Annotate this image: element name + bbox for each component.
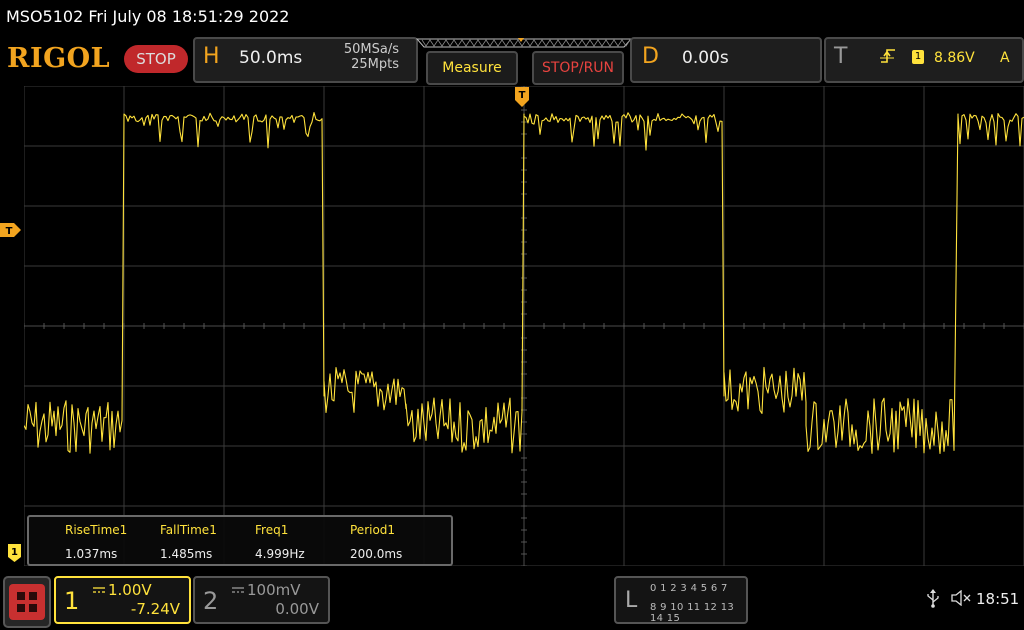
channel2-offset: 0.00V bbox=[275, 600, 319, 618]
delay-label: D bbox=[642, 44, 659, 69]
trigger-mode: A bbox=[1000, 50, 1010, 66]
rigol-logo: RIGOL bbox=[7, 43, 111, 74]
channel1-scale: 1.00V bbox=[108, 581, 152, 599]
measurement-item: Period1 200.0ms bbox=[350, 523, 445, 561]
timebase-value: 50.0ms bbox=[239, 48, 303, 68]
acquisition-info: 50MSa/s 25Mpts bbox=[319, 42, 399, 72]
measurement-label: Period1 bbox=[350, 523, 396, 537]
title-bar: MSO5102 Fri July 08 18:51:29 2022 bbox=[0, 0, 1024, 34]
channel2-scale: 100mV bbox=[247, 581, 301, 599]
channel2-panel[interactable]: 2 100mV 0.00V bbox=[193, 576, 330, 624]
logic-analyzer-panel[interactable]: L 0 1 2 3 4 5 6 7 8 9 10 11 12 13 14 15 bbox=[614, 576, 748, 624]
logic-channels-row2: 8 9 10 11 12 13 14 15 bbox=[650, 602, 735, 624]
measurement-value: 200.0ms bbox=[350, 547, 403, 561]
measurement-item: FallTime1 1.485ms bbox=[160, 523, 255, 561]
dc-coupling-icon bbox=[93, 587, 105, 593]
usb-icon bbox=[927, 589, 939, 608]
channel1-marker-label: 1 bbox=[11, 547, 18, 558]
measurement-item: RiseTime1 1.037ms bbox=[65, 523, 160, 561]
channel1-offset-marker[interactable]: 1 bbox=[7, 543, 22, 563]
dc-coupling-icon bbox=[232, 587, 244, 593]
delay-panel[interactable]: D 0.00s bbox=[630, 37, 822, 83]
trigger-source-badge: 1 bbox=[912, 50, 924, 64]
grid-menu-icon bbox=[9, 584, 45, 620]
measurement-panel[interactable]: RiseTime1 1.037ms FallTime1 1.485ms Freq… bbox=[27, 515, 453, 566]
logic-analyzer-label: L bbox=[625, 588, 638, 613]
clock: 18:51 bbox=[976, 590, 1020, 608]
memory-bar-pattern bbox=[421, 39, 634, 47]
device-title: MSO5102 Fri July 08 18:51:29 2022 bbox=[6, 7, 290, 26]
measurement-value: 4.999Hz bbox=[255, 547, 305, 561]
menu-button[interactable] bbox=[3, 576, 51, 628]
logic-channels-row1: 0 1 2 3 4 5 6 7 bbox=[650, 583, 728, 594]
measure-button[interactable]: Measure bbox=[426, 51, 518, 85]
measurement-value: 1.037ms bbox=[65, 547, 118, 561]
horizontal-label: H bbox=[203, 44, 220, 69]
trigger-position-marker: T bbox=[515, 87, 529, 107]
measurement-item: Freq1 4.999Hz bbox=[255, 523, 350, 561]
stop-run-button[interactable]: STOP/RUN bbox=[532, 51, 624, 85]
measurement-label: RiseTime1 bbox=[65, 523, 128, 537]
speaker-muted-icon[interactable] bbox=[951, 590, 971, 606]
memory-depth: 25Mpts bbox=[351, 57, 399, 72]
measurement-label: FallTime1 bbox=[160, 523, 217, 537]
trigger-level: 8.86V bbox=[934, 50, 975, 66]
trigger-level-label: T bbox=[6, 226, 13, 237]
memory-position-bar bbox=[415, 38, 634, 48]
trigger-label: T bbox=[834, 44, 848, 69]
channel1-panel[interactable]: 1 1.00V -7.24V bbox=[54, 576, 191, 624]
trigger-panel[interactable]: T 1 8.86V A bbox=[824, 37, 1024, 83]
channel1-offset: -7.24V bbox=[130, 600, 180, 618]
sample-rate: 50MSa/s bbox=[343, 42, 399, 57]
run-state-badge[interactable]: STOP bbox=[124, 45, 188, 73]
channel1-number: 1 bbox=[64, 587, 80, 615]
trigger-level-marker[interactable]: T bbox=[0, 222, 22, 238]
horizontal-panel[interactable]: H 50.0ms 50MSa/s 25Mpts bbox=[193, 37, 418, 83]
waveform-display[interactable] bbox=[24, 86, 1024, 566]
delay-value: 0.00s bbox=[682, 48, 729, 68]
measurement-label: Freq1 bbox=[255, 523, 289, 537]
trigger-position-label: T bbox=[519, 90, 526, 101]
bottom-bar: 1 1.00V -7.24V 2 100mV 0.00V L 0 1 2 3 4… bbox=[0, 568, 1024, 630]
channel2-number: 2 bbox=[203, 587, 219, 615]
measurement-value: 1.485ms bbox=[160, 547, 213, 561]
rising-edge-icon bbox=[880, 49, 895, 63]
